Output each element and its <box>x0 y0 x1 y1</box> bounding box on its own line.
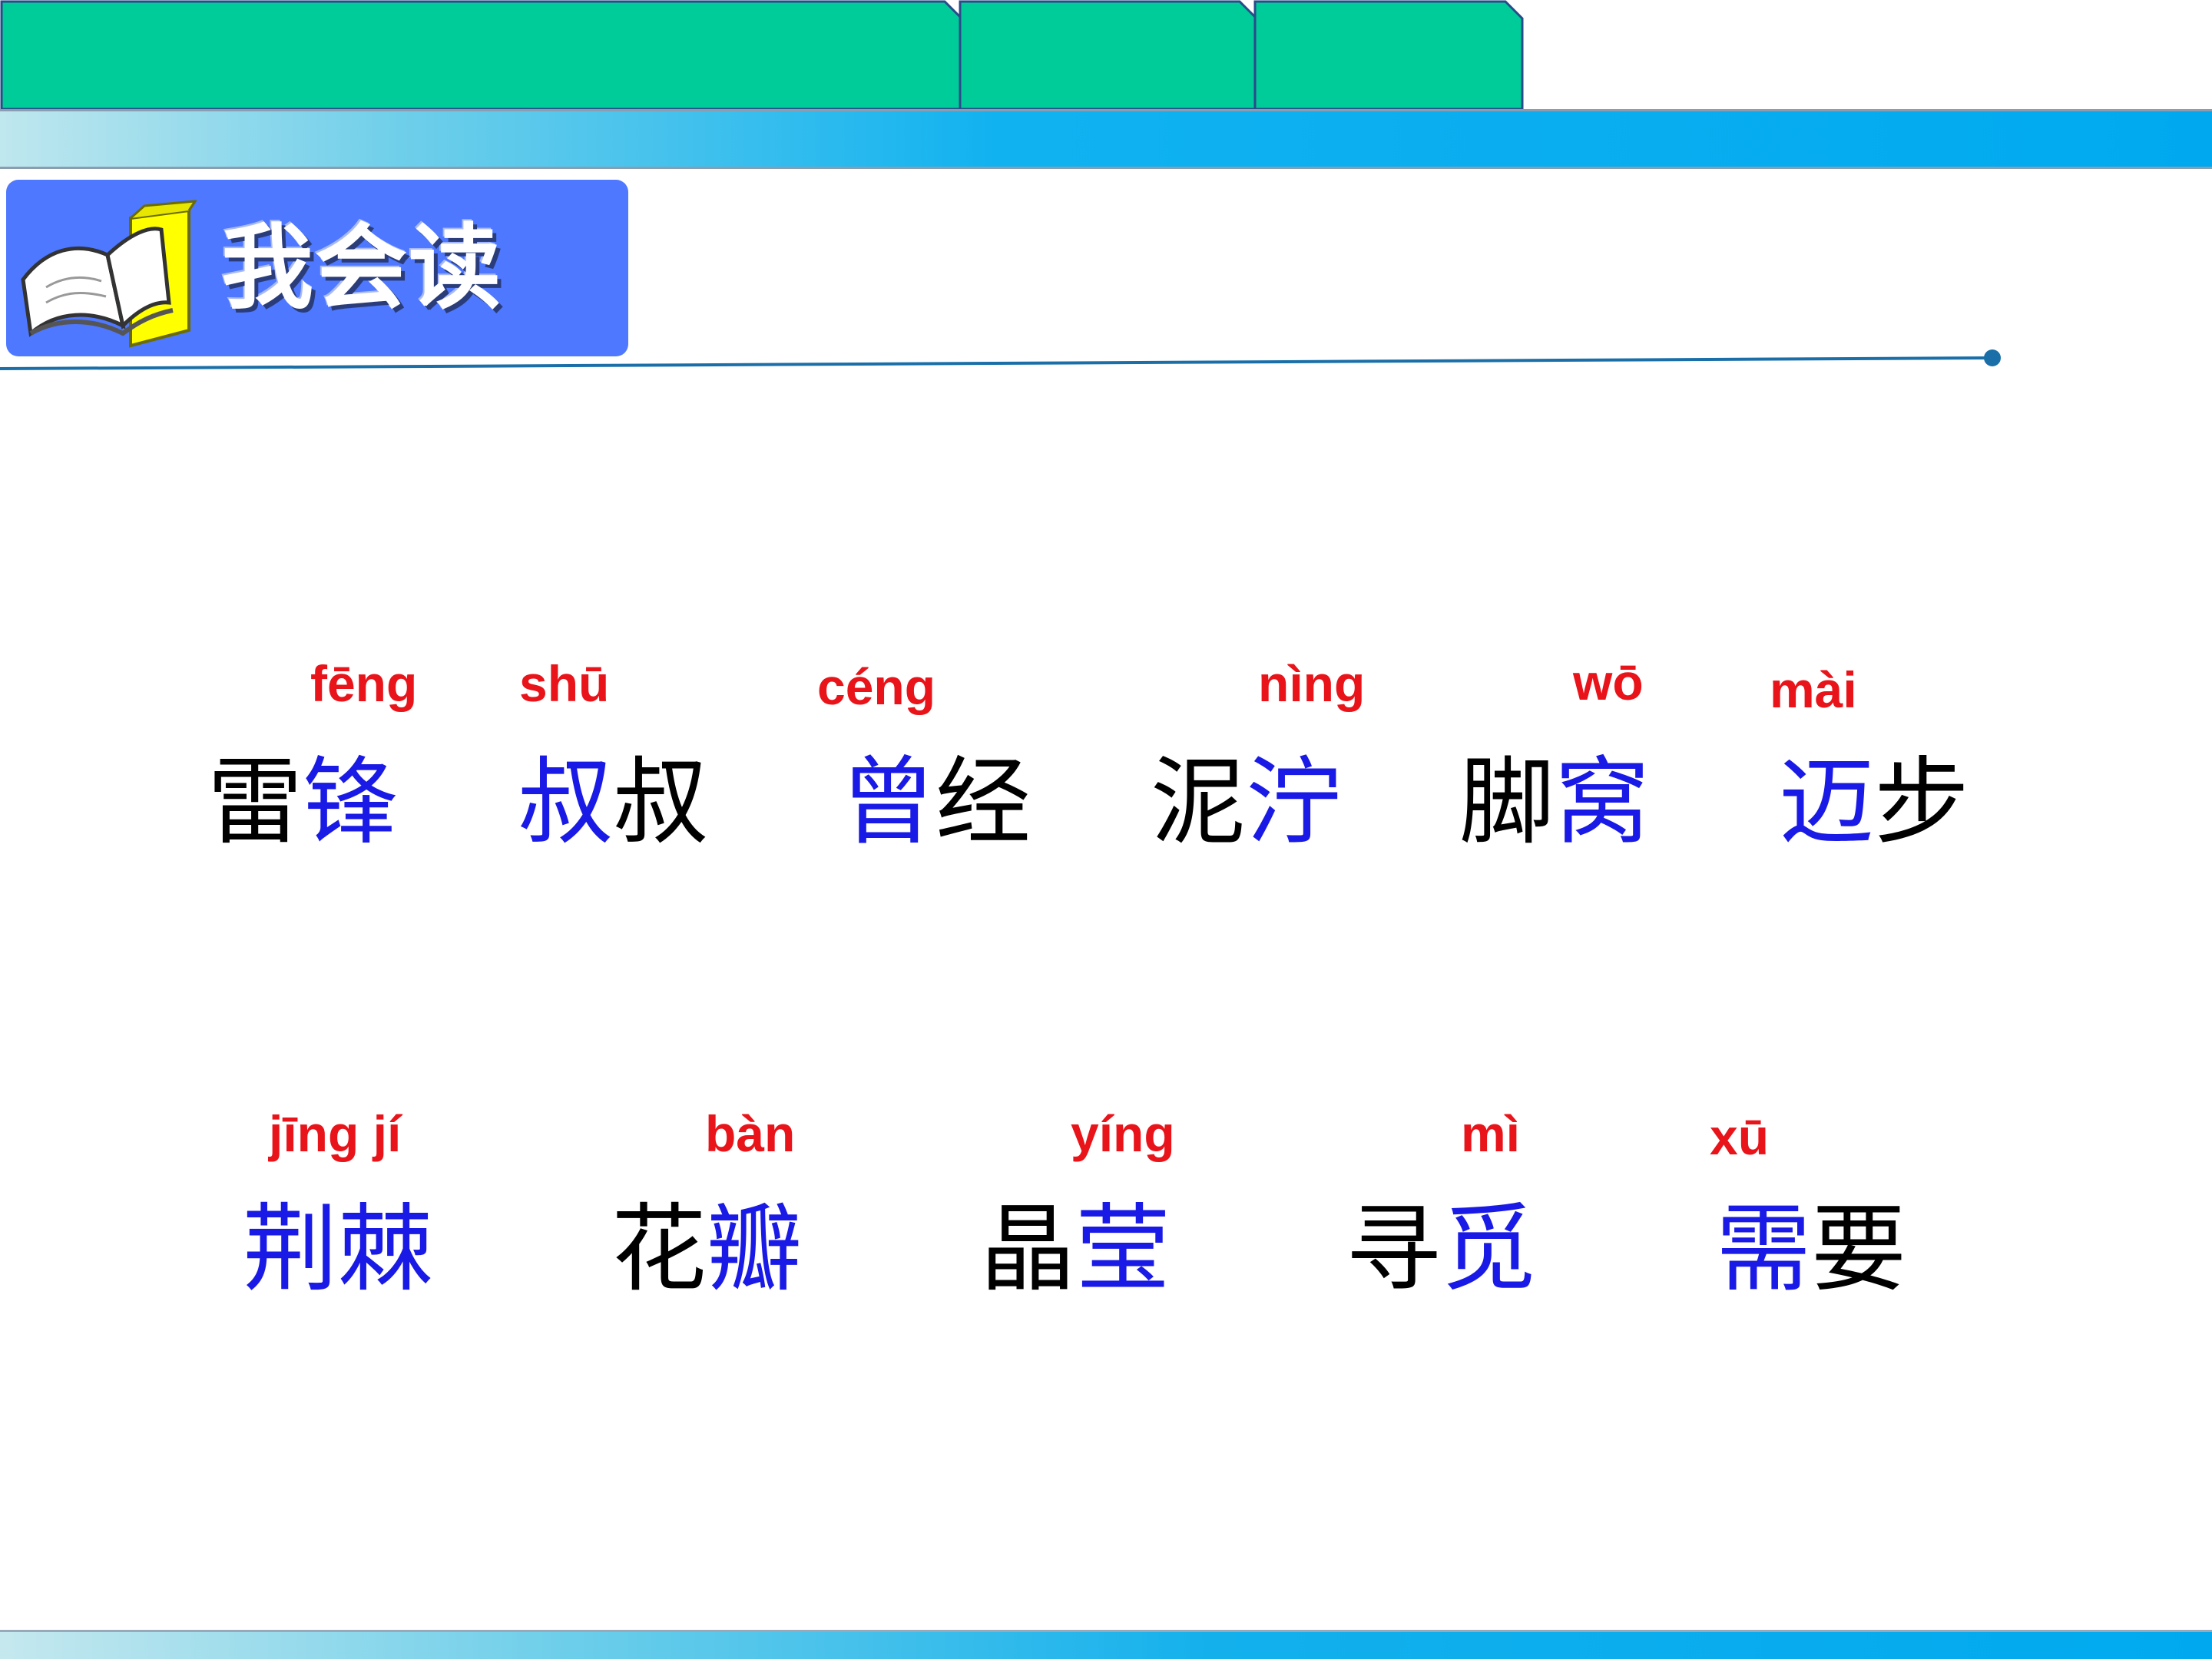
pinyin: céng <box>817 658 936 715</box>
hanzi: 曾经 <box>840 747 1031 858</box>
section-title-box: 我会读 <box>6 180 628 356</box>
pinyin: nìng <box>1258 655 1366 712</box>
pinyin: wō <box>1573 654 1644 710</box>
header-tab-1 <box>0 0 962 109</box>
pinyin: mài <box>1770 661 1857 718</box>
section-title-text: 我会读 <box>221 215 502 322</box>
pinyin: jīng jí <box>269 1105 402 1162</box>
pinyin: shū <box>519 655 610 712</box>
pinyin: mì <box>1461 1105 1521 1162</box>
header-tab-2 <box>959 0 1257 109</box>
hanzi: 迈步 <box>1779 747 1970 858</box>
pinyin: xū <box>1710 1108 1770 1165</box>
footer-band <box>0 1630 2212 1659</box>
pinyin: yíng <box>1071 1105 1175 1162</box>
pinyin: bàn <box>705 1105 796 1162</box>
hanzi: 晶莹 <box>980 1194 1171 1305</box>
header-band <box>0 109 2212 169</box>
hanzi: 寻觅 <box>1346 1194 1537 1305</box>
header-tab-3 <box>1253 0 1524 109</box>
header-tabs <box>0 0 1524 109</box>
hanzi: 需要 <box>1716 1194 1907 1305</box>
hanzi: 荆棘 <box>243 1194 434 1305</box>
hanzi: 叔叔 <box>518 747 709 858</box>
hanzi: 脚窝 <box>1459 747 1651 858</box>
title-divider <box>0 349 2001 370</box>
hanzi: 雷锋 <box>207 747 399 858</box>
hanzi: 花瓣 <box>611 1194 803 1305</box>
pinyin: fēng <box>310 655 418 712</box>
open-book-icon <box>21 200 197 348</box>
hanzi: 泥泞 <box>1151 747 1342 858</box>
